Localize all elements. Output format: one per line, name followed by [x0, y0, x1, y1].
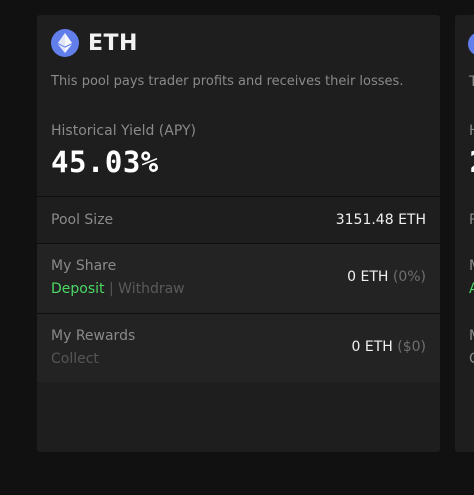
partial-rewards: M: [469, 328, 474, 344]
pool-size-value: 3151.48 ETH: [335, 212, 426, 228]
yield-value: 45.03%: [51, 145, 159, 179]
my-share-section: My Share Deposit | Withdraw 0 ETH (0%): [37, 244, 440, 313]
partial-pool-size: P: [469, 212, 474, 228]
partial-desc: T: [469, 74, 474, 90]
pool-size-label: Pool Size: [51, 212, 114, 228]
pool-title: ETH: [88, 30, 138, 56]
my-share-label: My Share: [51, 258, 117, 274]
pool-header: ETH: [51, 29, 138, 57]
deposit-link[interactable]: Deposit: [51, 281, 105, 297]
my-share-amount: 0 ETH: [347, 269, 389, 285]
action-separator: |: [108, 281, 114, 297]
partial-share: M: [469, 258, 474, 274]
my-rewards-usd: ($0): [397, 339, 426, 355]
my-share-value: 0 ETH (0%): [347, 269, 426, 285]
pool-card-eth: ETH This pool pays trader profits and re…: [37, 15, 440, 452]
rewards-actions: Collect: [51, 351, 99, 367]
my-rewards-label: My Rewards: [51, 328, 136, 344]
pool-description: This pool pays trader profits and receiv…: [51, 74, 404, 89]
my-rewards-value: 0 ETH ($0): [352, 339, 427, 355]
partial-yield-value: 2: [469, 145, 474, 179]
ethereum-icon: [468, 32, 474, 56]
pool-card-partial: T H 2 P M A M C: [455, 15, 474, 452]
my-rewards-section: My Rewards Collect 0 ETH ($0): [37, 314, 440, 382]
withdraw-link[interactable]: Withdraw: [118, 281, 184, 297]
my-share-percent: (0%): [392, 269, 426, 285]
partial-yield-label: H: [469, 123, 474, 139]
share-actions: Deposit | Withdraw: [51, 281, 185, 297]
collect-link[interactable]: Collect: [51, 351, 99, 367]
my-rewards-amount: 0 ETH: [351, 339, 393, 355]
yield-label: Historical Yield (APY): [51, 123, 196, 139]
ethereum-icon: [51, 29, 79, 57]
partial-collect[interactable]: C: [469, 351, 474, 367]
partial-deposit[interactable]: A: [469, 281, 474, 297]
divider: [37, 196, 440, 197]
